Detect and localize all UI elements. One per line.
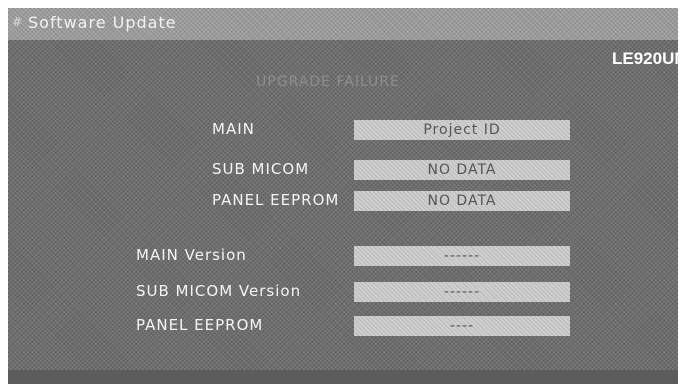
model-name: LE920UN bbox=[612, 49, 678, 68]
version-value-sub-micom: ------ bbox=[354, 282, 570, 302]
module-value-panel-eeprom: NO DATA bbox=[354, 191, 570, 211]
software-update-screen: # Software Update LE920UN UPGRADE FAILUR… bbox=[8, 8, 678, 384]
version-label-sub-micom: SUB MICOM Version bbox=[136, 282, 302, 300]
module-label-panel-eeprom: PANEL EEPROM bbox=[212, 191, 340, 209]
module-label-main: MAIN bbox=[212, 120, 255, 138]
version-value-panel-eeprom: ---- bbox=[354, 316, 570, 336]
module-value-sub-micom: NO DATA bbox=[354, 160, 570, 180]
version-label-panel-eeprom: PANEL EEPROM bbox=[136, 316, 264, 334]
status-message: UPGRADE FAILURE bbox=[256, 74, 400, 90]
version-label-main: MAIN Version bbox=[136, 246, 247, 264]
module-value-main: Project ID bbox=[354, 120, 570, 140]
module-label-sub-micom: SUB MICOM bbox=[212, 160, 310, 178]
window-title: Software Update bbox=[28, 13, 177, 32]
version-value-main: ------ bbox=[354, 246, 570, 266]
title-bar: # Software Update bbox=[8, 8, 678, 40]
hash-icon: # bbox=[12, 15, 23, 29]
bottom-band bbox=[8, 370, 678, 384]
